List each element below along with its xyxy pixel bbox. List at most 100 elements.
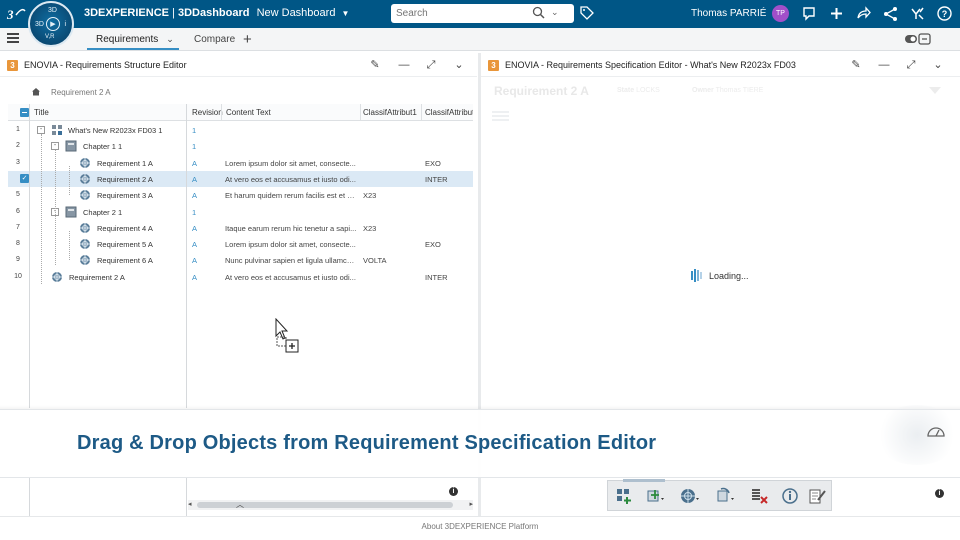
- chevron-down-icon[interactable]: ⌄: [452, 58, 466, 72]
- replace-icon[interactable]: [715, 487, 735, 505]
- row-number: 5: [16, 191, 20, 199]
- info-icon[interactable]: i: [935, 489, 944, 498]
- search-input[interactable]: [396, 6, 526, 21]
- row-title: Requirement 4 A: [97, 223, 153, 233]
- table-row[interactable]: 9 Requirement 6 A A Nunc pulvinar sapien…: [8, 252, 473, 268]
- row-content-text: Lorem ipsum dolor sit amet, consecte...: [225, 158, 356, 168]
- toggle-view-icon[interactable]: [905, 33, 949, 46]
- row-revision: A: [192, 158, 198, 168]
- edit-document-icon[interactable]: [807, 487, 827, 505]
- compass-icon[interactable]: 3D 3D i ▶ V,R: [28, 1, 74, 47]
- search-box[interactable]: ⌄: [391, 4, 574, 23]
- tab-requirements-label: Requirements: [96, 34, 159, 45]
- table-row[interactable]: 2 - Chapter 1 1 1: [8, 138, 473, 154]
- table-row[interactable]: 3 Requirement 1 A A Lorem ipsum dolor si…: [8, 155, 473, 171]
- compass-right-label: i: [64, 21, 66, 28]
- row-title: Chapter 2 1: [83, 207, 123, 217]
- user-name[interactable]: Thomas PARRIÉ: [691, 8, 766, 19]
- user-settings-icon[interactable]: ✎: [849, 58, 863, 72]
- action-toolbar: [607, 479, 832, 511]
- table-header: Title Revision Content Text ClassifAttri…: [8, 104, 473, 121]
- chevron-up-icon[interactable]: ︿: [233, 499, 247, 509]
- info-icon[interactable]: i: [449, 487, 458, 496]
- row-classif-attr1: X23: [363, 223, 377, 233]
- chevron-down-icon[interactable]: ⌄: [931, 58, 945, 72]
- row-revision: A: [192, 191, 198, 201]
- row-checkbox-checked[interactable]: ✓: [20, 173, 29, 183]
- brand-title[interactable]: 3DEXPERIENCE | 3DDashboard New Dashboard…: [84, 7, 349, 19]
- dashboard-gauge-icon: [927, 427, 945, 437]
- chat-icon[interactable]: [801, 5, 818, 22]
- apps-icon[interactable]: [909, 5, 926, 22]
- table-row[interactable]: 6 - Chapter 2 1 1: [8, 204, 473, 220]
- left-panel-title: ENOVIA - Requirements Structure Editor: [24, 60, 187, 70]
- user-settings-icon[interactable]: ✎: [368, 58, 382, 72]
- delete-icon[interactable]: [749, 487, 769, 505]
- chevron-down-icon[interactable]: ⌄: [166, 34, 174, 44]
- minimize-icon[interactable]: —: [877, 58, 891, 72]
- network-icon[interactable]: [882, 5, 899, 22]
- tag-icon[interactable]: [580, 6, 594, 20]
- tree-connector: [69, 231, 70, 260]
- brand-app: 3DDashboard: [177, 7, 250, 19]
- column-header-classifattribut1[interactable]: ClassifAttribut1: [363, 108, 417, 117]
- search-icon[interactable]: [532, 6, 545, 19]
- expand-header-icon[interactable]: [929, 87, 941, 94]
- requirement-icon: [80, 157, 90, 168]
- horizontal-scrollbar[interactable]: ◂ ▸: [188, 500, 473, 510]
- maximize-icon[interactable]: ⤢: [424, 58, 438, 72]
- owner-value: Thomas TIERE: [715, 87, 764, 94]
- help-icon[interactable]: ?: [936, 5, 953, 22]
- share-icon[interactable]: [855, 5, 872, 22]
- column-separator[interactable]: [421, 104, 422, 121]
- column-header-content-text[interactable]: Content Text: [226, 108, 271, 117]
- row-content-text: Nunc pulvinar sapien et ligula ullamcor.…: [225, 256, 357, 266]
- add-icon[interactable]: [828, 5, 845, 22]
- list-view-icon[interactable]: [492, 111, 509, 122]
- add-tab-icon[interactable]: +: [243, 31, 252, 48]
- row-title: What's New R2023x FD03 1: [68, 126, 163, 135]
- footer-about-link[interactable]: About 3DEXPERIENCE Platform: [0, 522, 960, 531]
- table-row-selected[interactable]: ✓ Requirement 2 A A At vero eos et accus…: [8, 170, 473, 188]
- row-classif-attr1: X23: [363, 191, 377, 201]
- minimize-icon[interactable]: —: [397, 58, 411, 72]
- tab-requirements[interactable]: Requirements ⌄: [96, 34, 174, 45]
- table-row[interactable]: 7 Requirement 4 A A Itaque earum rerum h…: [8, 220, 473, 236]
- menu-icon[interactable]: [7, 33, 19, 44]
- row-title: Chapter 1 1: [83, 142, 123, 152]
- table-row[interactable]: 8 Requirement 5 A A Lorem ipsum dolor si…: [8, 236, 473, 252]
- home-icon[interactable]: [31, 87, 41, 96]
- requirement-globe-icon[interactable]: [680, 487, 700, 505]
- row-title: Requirement 5 A: [97, 240, 153, 250]
- loading-spinner-icon: [691, 269, 702, 282]
- column-separator[interactable]: [360, 104, 361, 121]
- search-options-chevron-icon[interactable]: ⌄: [551, 7, 561, 19]
- column-header-title[interactable]: Title: [34, 108, 49, 117]
- scroll-left-icon[interactable]: ◂: [188, 500, 192, 508]
- breadcrumb-item[interactable]: Requirement 2 A: [51, 88, 111, 97]
- scroll-right-icon[interactable]: ▸: [469, 500, 473, 508]
- structure-add-icon[interactable]: [615, 487, 635, 505]
- play-icon: ▶: [46, 17, 60, 31]
- avatar[interactable]: TP: [772, 5, 789, 22]
- chapter-icon: [65, 206, 77, 217]
- column-separator[interactable]: [221, 104, 222, 121]
- column-header-revision[interactable]: Revision: [192, 108, 223, 117]
- collapse-toggle[interactable]: -: [37, 126, 45, 134]
- maximize-icon[interactable]: ⤢: [904, 58, 918, 72]
- row-revision: 1: [192, 142, 197, 152]
- row-content-text: Itaque earum rerum hic tenetur a sapi...: [225, 223, 357, 233]
- enovia-app-icon: 3: [488, 60, 499, 71]
- column-header-classifattribut2[interactable]: ClassifAttribut2: [425, 108, 473, 117]
- left-panel-header: 3 ENOVIA - Requirements Structure Editor…: [0, 53, 477, 77]
- tab-compare[interactable]: Compare: [194, 34, 235, 45]
- row-classif-attr2: EXO: [425, 240, 441, 250]
- properties-info-icon[interactable]: [780, 487, 800, 505]
- chevron-down-icon: ▼: [341, 9, 350, 18]
- table-row[interactable]: 1 - What's New R2023x FD03 1 1: [8, 122, 473, 138]
- chapter-icon: [65, 140, 77, 152]
- table-row[interactable]: 10 Requirement 2 A A At vero eos et accu…: [8, 269, 473, 285]
- table-row[interactable]: 5 Requirement 3 A A Et harum quidem reru…: [8, 187, 473, 203]
- insert-object-icon[interactable]: [645, 487, 665, 505]
- select-all-checkbox[interactable]: [20, 108, 29, 117]
